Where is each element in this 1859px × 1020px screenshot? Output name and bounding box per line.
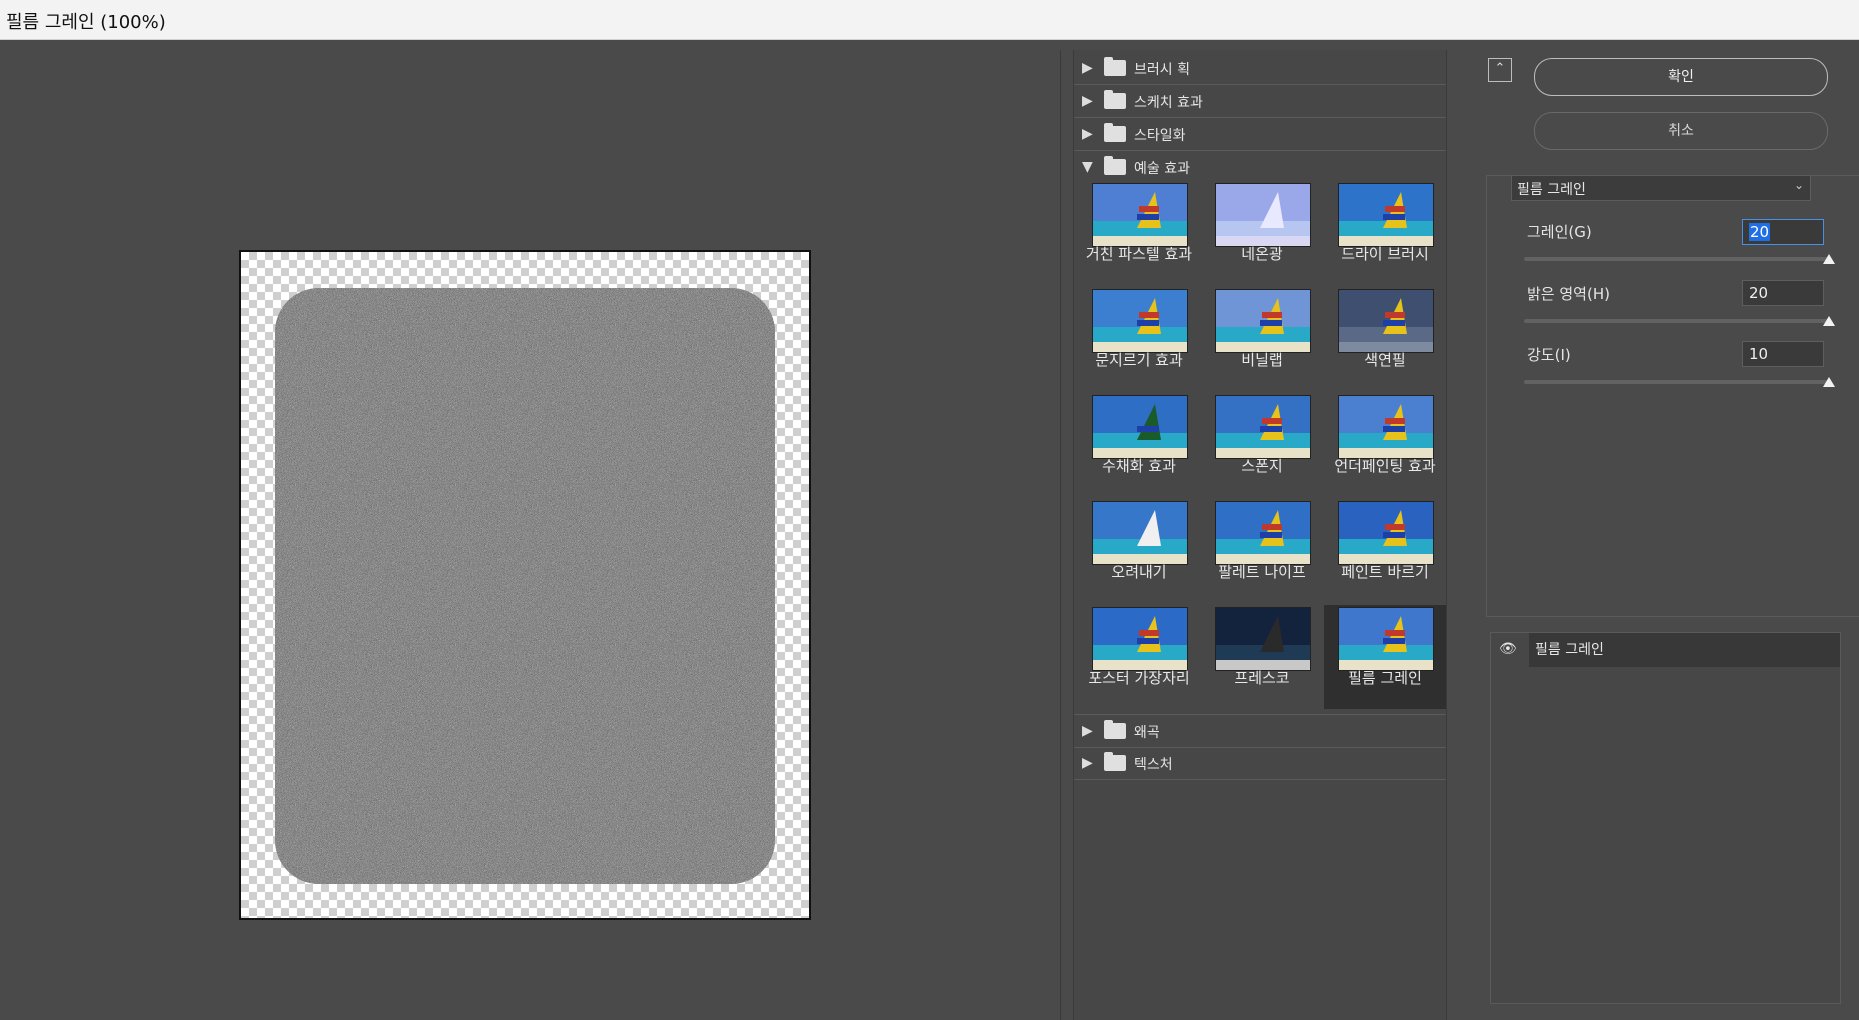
filter-gallery[interactable]: ▶ 브러시 획 ▶ 스케치 효과 ▶ 스타일화 ▼ 예술 효과 거친 파스텔 효… [1073,50,1447,1020]
folder-icon [1104,90,1126,109]
filter-caption: 필름 그레인 [1348,669,1422,687]
triangle-down-icon: ▼ [1082,159,1093,175]
filter-colored-pencil[interactable]: 색연필 [1324,287,1446,391]
filter-plastic-wrap[interactable]: 비닐랩 [1201,287,1323,391]
thumbnail-image [1215,501,1311,565]
collapse-up-icon[interactable]: ⌃ [1488,58,1512,82]
category-brush-strokes[interactable]: ▶ 브러시 획 [1074,52,1446,85]
folder-icon [1104,123,1126,142]
filter-caption: 거친 파스텔 효과 [1085,245,1193,263]
filter-caption: 언더페인팅 효과 [1334,457,1436,475]
filter-neon-glow[interactable]: 네온광 [1201,181,1323,285]
filter-caption: 문지르기 효과 [1095,351,1183,369]
category-texture[interactable]: ▶ 텍스처 [1074,747,1446,780]
category-label: 스케치 효과 [1134,95,1203,111]
filter-palette-knife[interactable]: 팔레트 나이프 [1201,499,1323,603]
thumbnail-image [1092,395,1188,459]
chevron-down-icon: ⌄ [1793,178,1804,192]
thumbnail-image [1215,289,1311,353]
grain-value: 20 [1749,223,1771,241]
filter-watercolor[interactable]: 수채화 효과 [1078,393,1200,497]
thumbnail-image [1215,607,1311,671]
filter-paint-daubs[interactable]: 페인트 바르기 [1324,499,1446,603]
filter-caption: 포스터 가장자리 [1088,669,1190,687]
grain-input[interactable]: 20 [1742,219,1824,245]
filter-underpainting[interactable]: 언더페인팅 효과 [1324,393,1446,497]
filter-select[interactable]: 필름 그레인 ⌄ [1511,175,1811,201]
thumbnail-image [1092,183,1188,247]
filter-select-value: 필름 그레인 [1517,182,1586,198]
thumbnail-image [1215,395,1311,459]
highlight-slider-handle[interactable] [1823,316,1835,326]
folder-open-icon [1104,156,1126,175]
filter-poster-edges[interactable]: 포스터 가장자리 [1078,605,1200,709]
triangle-right-icon: ▶ [1082,93,1093,109]
cancel-button[interactable]: 취소 [1534,112,1828,150]
window-title: 필름 그레인 (100%) [6,12,166,33]
category-label: 예술 효과 [1134,161,1190,177]
category-distort[interactable]: ▶ 왜곡 [1074,714,1446,748]
filter-smudge-stick[interactable]: 문지르기 효과 [1078,287,1200,391]
thumbnail-image [1338,289,1434,353]
filter-film-grain[interactable]: 필름 그레인 [1324,605,1446,709]
thumbnail-image [1092,607,1188,671]
category-label: 스타일화 [1134,128,1186,144]
thumbnail-image [1338,395,1434,459]
filter-caption: 네온광 [1241,245,1283,263]
triangle-right-icon: ▶ [1082,60,1093,76]
intensity-slider[interactable] [1524,377,1835,387]
filter-caption: 프레스코 [1234,669,1290,687]
filter-caption: 드라이 브러시 [1341,245,1429,263]
title-bar: 필름 그레인 (100%) [0,0,1859,40]
thumbnail-image [1338,183,1434,247]
filter-cutout[interactable]: 오려내기 [1078,499,1200,603]
preview-area[interactable] [4,50,1061,1020]
preview-canvas[interactable] [239,250,811,920]
filter-caption: 오려내기 [1111,563,1167,581]
filter-caption: 색연필 [1364,351,1406,369]
category-sketch[interactable]: ▶ 스케치 효과 [1074,85,1446,118]
filter-rough-pastels[interactable]: 거친 파스텔 효과 [1078,181,1200,285]
filter-caption: 스폰지 [1241,457,1283,475]
grain-slider[interactable] [1524,254,1835,264]
thumbnail-image [1215,183,1311,247]
intensity-label: 강도(I) [1527,346,1571,364]
thumbnail-image [1092,501,1188,565]
triangle-right-icon: ▶ [1082,755,1093,771]
folder-icon [1104,752,1126,771]
category-stylize[interactable]: ▶ 스타일화 [1074,118,1446,151]
filter-caption: 팔레트 나이프 [1218,563,1306,581]
thumbnail-image [1092,289,1188,353]
folder-icon [1104,720,1126,739]
applied-filters-list[interactable]: 👁 필름 그레인 [1490,632,1841,1004]
applied-filter-row[interactable]: 👁 필름 그레인 [1491,633,1840,667]
eye-icon[interactable]: 👁 [1499,641,1517,657]
filter-caption: 페인트 바르기 [1341,563,1429,581]
applied-filter-name[interactable]: 필름 그레인 [1529,633,1840,667]
film-grain-preview [275,288,775,884]
highlight-input[interactable]: 20 [1742,280,1824,306]
category-label: 왜곡 [1134,725,1160,741]
grain-label: 그레인(G) [1527,223,1592,241]
intensity-slider-handle[interactable] [1823,377,1835,387]
thumbnail-image [1338,607,1434,671]
ok-button[interactable]: 확인 [1534,58,1828,96]
filter-sponge[interactable]: 스폰지 [1201,393,1323,497]
category-label: 텍스처 [1134,757,1173,773]
folder-icon [1104,57,1126,76]
grain-slider-handle[interactable] [1823,254,1835,264]
noise-texture [275,288,775,884]
filter-caption: 비닐랩 [1241,351,1283,369]
intensity-input[interactable]: 10 [1742,341,1824,367]
category-label: 브러시 획 [1134,62,1190,78]
filter-caption: 수채화 효과 [1102,457,1176,475]
triangle-right-icon: ▶ [1082,126,1093,142]
highlight-slider[interactable] [1524,316,1835,326]
filter-fresco[interactable]: 프레스코 [1201,605,1323,709]
highlight-label: 밝은 영역(H) [1527,285,1610,303]
triangle-right-icon: ▶ [1082,723,1093,739]
thumbnail-image [1338,501,1434,565]
filter-dry-brush[interactable]: 드라이 브러시 [1324,181,1446,285]
category-artistic[interactable]: ▼ 예술 효과 [1074,151,1446,183]
